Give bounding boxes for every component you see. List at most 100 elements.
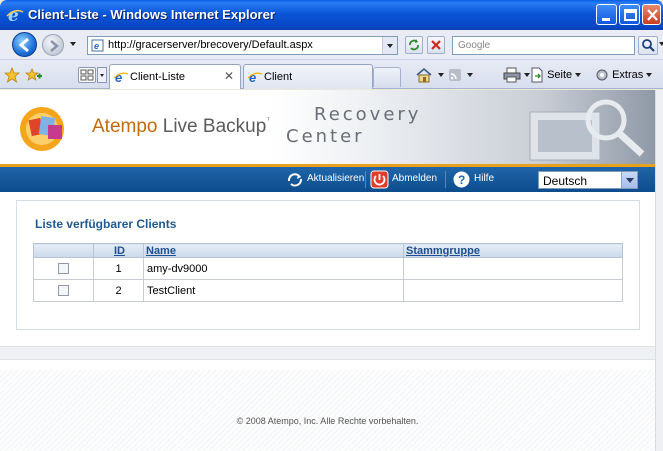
stop-icon <box>431 40 441 50</box>
svg-text:e: e <box>115 70 122 84</box>
stop-button[interactable] <box>427 36 445 54</box>
home-icon <box>416 67 432 83</box>
svg-text:?: ? <box>458 173 465 187</box>
logout-label: Abmelden <box>392 173 438 184</box>
page-menu-label: Seite <box>547 68 573 81</box>
brand-part1: Atempo <box>92 116 158 137</box>
minimize-button[interactable] <box>596 4 617 25</box>
header-name[interactable]: Name <box>143 243 404 258</box>
search-placeholder: Google <box>458 40 491 51</box>
tab-label: Client <box>264 71 293 83</box>
svg-text:e: e <box>8 6 19 24</box>
address-bar[interactable]: e http://gracerserver/brecovery/Default.… <box>87 36 398 55</box>
printer-icon <box>503 67 521 83</box>
help-label: Hilfe <box>474 173 495 184</box>
magnifier-icon <box>642 39 655 52</box>
header-select <box>33 243 94 258</box>
svg-text:e: e <box>94 41 99 51</box>
new-tab-button[interactable] <box>373 67 401 87</box>
atempo-logo-icon <box>20 107 64 151</box>
feeds-icon <box>449 69 461 81</box>
name-cell[interactable]: TestClient <box>143 279 404 302</box>
title-bar: e Client-Liste - Windows Internet Explor… <box>0 0 663 30</box>
sort-name-link[interactable]: Name <box>146 245 176 257</box>
tab-label: Client-Liste <box>130 71 186 83</box>
group-cell <box>403 279 623 302</box>
logout-button[interactable]: Abmelden <box>370 170 442 189</box>
tab-client-liste[interactable]: e Client-Liste ✕ <box>109 64 241 89</box>
address-toolbar: e http://gracerserver/brecovery/Default.… <box>0 30 663 60</box>
table-header-row: ID Name Stammgruppe <box>33 243 623 258</box>
address-dropdown[interactable] <box>382 37 397 54</box>
client-list-panel: Liste verfügbarer Clients ID Name Stammg… <box>16 200 640 330</box>
tools-menu-label: Extras <box>612 68 644 81</box>
tools-menu[interactable]: Extras <box>595 67 653 85</box>
print-button[interactable] <box>503 67 530 85</box>
language-select[interactable]: Deutsch <box>538 171 638 189</box>
row-checkbox-cell <box>33 257 94 280</box>
client-table: ID Name Stammgruppe 1 amy-dv9000 2 TestC… <box>33 243 623 302</box>
group-cell <box>403 257 623 280</box>
refresh-arrows-icon <box>287 173 302 187</box>
content-divider-band <box>0 346 655 360</box>
row-checkbox[interactable] <box>58 263 69 275</box>
table-row[interactable]: 1 amy-dv9000 <box>33 257 623 280</box>
search-input[interactable]: Google <box>452 36 635 55</box>
search-options-dropdown[interactable] <box>659 42 663 46</box>
refresh-label: Aktualisieren <box>307 173 365 184</box>
header-stammgruppe[interactable]: Stammgruppe <box>403 243 623 258</box>
tab-list-dropdown[interactable] <box>97 67 107 83</box>
row-checkbox[interactable] <box>58 285 69 297</box>
quick-tabs-button[interactable] <box>78 67 96 83</box>
refresh-icon <box>409 39 419 51</box>
home-button[interactable] <box>415 67 444 85</box>
quick-tabs-icon <box>80 69 94 81</box>
sort-group-link[interactable]: Stammgruppe <box>406 245 480 257</box>
page-icon <box>531 67 543 83</box>
refresh-page-button[interactable]: Aktualisieren <box>285 170 365 189</box>
tab-client[interactable]: e Client <box>243 64 373 89</box>
add-favorite-icon[interactable] <box>25 67 42 83</box>
close-tab-icon[interactable]: ✕ <box>224 69 234 83</box>
header-id[interactable]: ID <box>93 243 144 258</box>
tab-toolbar: e Client-Liste ✕ e Client Seite Extras <box>0 60 663 89</box>
header-graphic <box>529 99 645 161</box>
url-text: http://gracerserver/brecovery/Default.as… <box>108 39 313 51</box>
history-dropdown[interactable] <box>70 42 76 46</box>
page-header: Atempo Live Backup™ Recovery Center <box>0 90 655 164</box>
id-cell: 1 <box>93 257 144 280</box>
nav-separator <box>445 171 446 188</box>
help-icon: ? <box>453 171 470 188</box>
favorites-star-icon[interactable] <box>4 67 20 83</box>
forward-button[interactable] <box>42 34 64 56</box>
minimize-icon <box>602 18 610 21</box>
search-button[interactable] <box>638 36 658 55</box>
maximize-button[interactable] <box>619 4 640 25</box>
internet-explorer-icon: e <box>6 6 24 24</box>
help-button[interactable]: ? Hilfe <box>452 170 502 189</box>
sort-id-link[interactable]: ID <box>114 245 125 257</box>
back-button[interactable] <box>12 32 37 57</box>
svg-text:e: e <box>249 70 256 84</box>
feeds-button[interactable] <box>448 67 473 85</box>
forward-arrow-icon <box>50 40 59 52</box>
maximize-icon <box>624 9 637 21</box>
gear-icon <box>596 69 608 81</box>
chevron-down-icon[interactable] <box>621 172 637 188</box>
close-window-button[interactable] <box>642 4 661 25</box>
brand-name: Atempo Live Backup™ <box>92 116 274 138</box>
vertical-scrollbar[interactable] <box>655 90 663 451</box>
row-checkbox-cell <box>33 279 94 302</box>
panel-title: Liste verfügbarer Clients <box>35 217 177 231</box>
page-menu[interactable]: Seite <box>530 67 582 85</box>
copyright-footer: © 2008 Atempo, Inc. Alle Rechte vorbehal… <box>236 416 419 426</box>
refresh-button[interactable] <box>405 36 423 54</box>
page-viewport: Atempo Live Backup™ Recovery Center Aktu… <box>0 90 655 451</box>
footer-background <box>0 370 655 451</box>
ie-page-icon: e <box>248 70 262 84</box>
language-value: Deutsch <box>543 174 588 188</box>
ie-page-icon: e <box>114 70 128 84</box>
name-cell[interactable]: amy-dv9000 <box>143 257 404 280</box>
table-row[interactable]: 2 TestClient <box>33 279 623 302</box>
back-arrow-icon <box>18 37 29 53</box>
